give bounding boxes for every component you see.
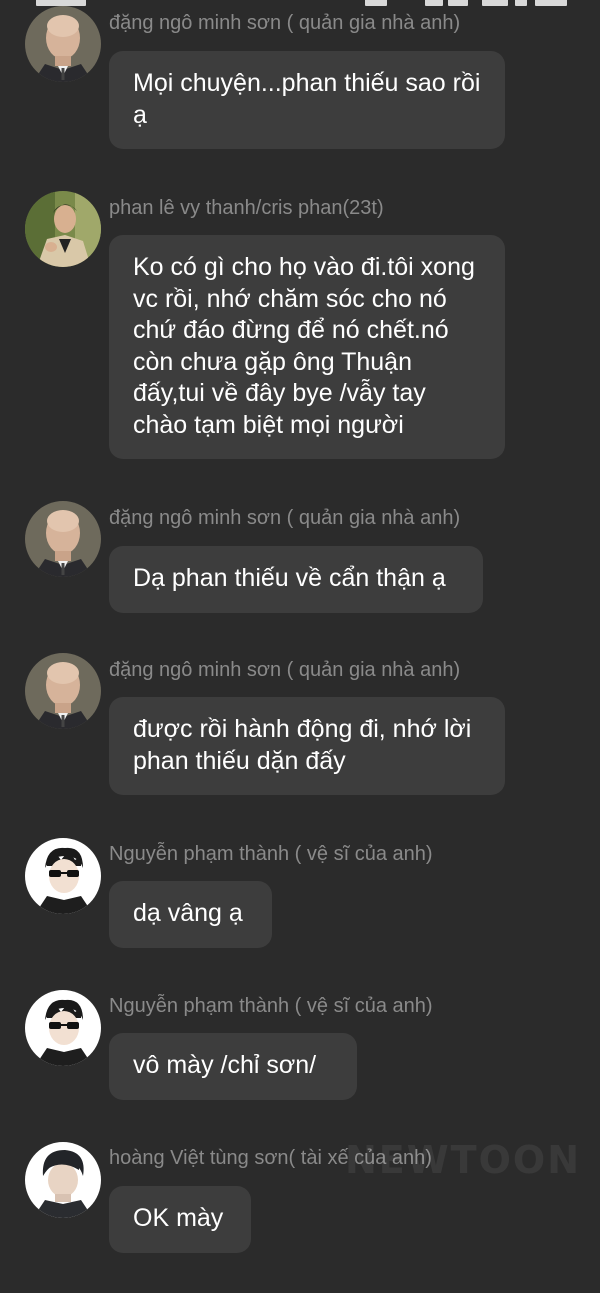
sender-name: đặng ngô minh sơn ( quản gia nhà anh) xyxy=(109,12,461,34)
message-bubble[interactable]: Mọi chuyện...phan thiếu sao rồi ạ xyxy=(109,51,505,149)
message-bubble[interactable]: Ko có gì cho họ vào đi.tôi xong vc rồi, … xyxy=(109,235,505,459)
status-icon-fragment xyxy=(448,0,468,6)
message-bubble[interactable]: dạ vâng ạ xyxy=(109,881,272,948)
bald-man-avatar-icon[interactable] xyxy=(25,6,101,82)
sender-name: Nguyễn phạm thành ( vệ sĩ của anh) xyxy=(109,995,433,1017)
message-bubble[interactable]: vô mày /chỉ sơn/ xyxy=(109,1033,357,1100)
signal-icon-fragment xyxy=(482,0,508,6)
sunglasses-man-avatar-icon[interactable] xyxy=(25,838,101,914)
dark-hair-man-avatar-icon[interactable] xyxy=(25,1142,101,1218)
status-icon-fragment xyxy=(365,0,387,6)
sender-name: phan lê vy thanh/cris phan(23t) xyxy=(109,197,384,219)
young-man-avatar-icon[interactable] xyxy=(25,191,101,267)
watermark-logo: NEWTOON xyxy=(345,1138,582,1182)
sender-name: đặng ngô minh sơn ( quản gia nhà anh) xyxy=(109,659,461,681)
message-bubble[interactable]: Dạ phan thiếu về cẩn thận ạ xyxy=(109,546,483,613)
battery-percent-fragment xyxy=(535,0,567,6)
bald-man-avatar-icon[interactable] xyxy=(25,653,101,729)
sender-name: Nguyễn phạm thành ( vệ sĩ của anh) xyxy=(109,843,433,865)
status-icon-fragment xyxy=(425,0,443,6)
sender-name: đặng ngô minh sơn ( quản gia nhà anh) xyxy=(109,507,461,529)
message-bubble[interactable]: được rồi hành động đi, nhớ lời phan thiế… xyxy=(109,697,505,795)
battery-icon-fragment xyxy=(515,0,527,6)
message-bubble[interactable]: OK mày xyxy=(109,1186,251,1253)
bald-man-avatar-icon[interactable] xyxy=(25,501,101,577)
status-bar xyxy=(0,0,600,6)
sunglasses-man-avatar-icon[interactable] xyxy=(25,990,101,1066)
